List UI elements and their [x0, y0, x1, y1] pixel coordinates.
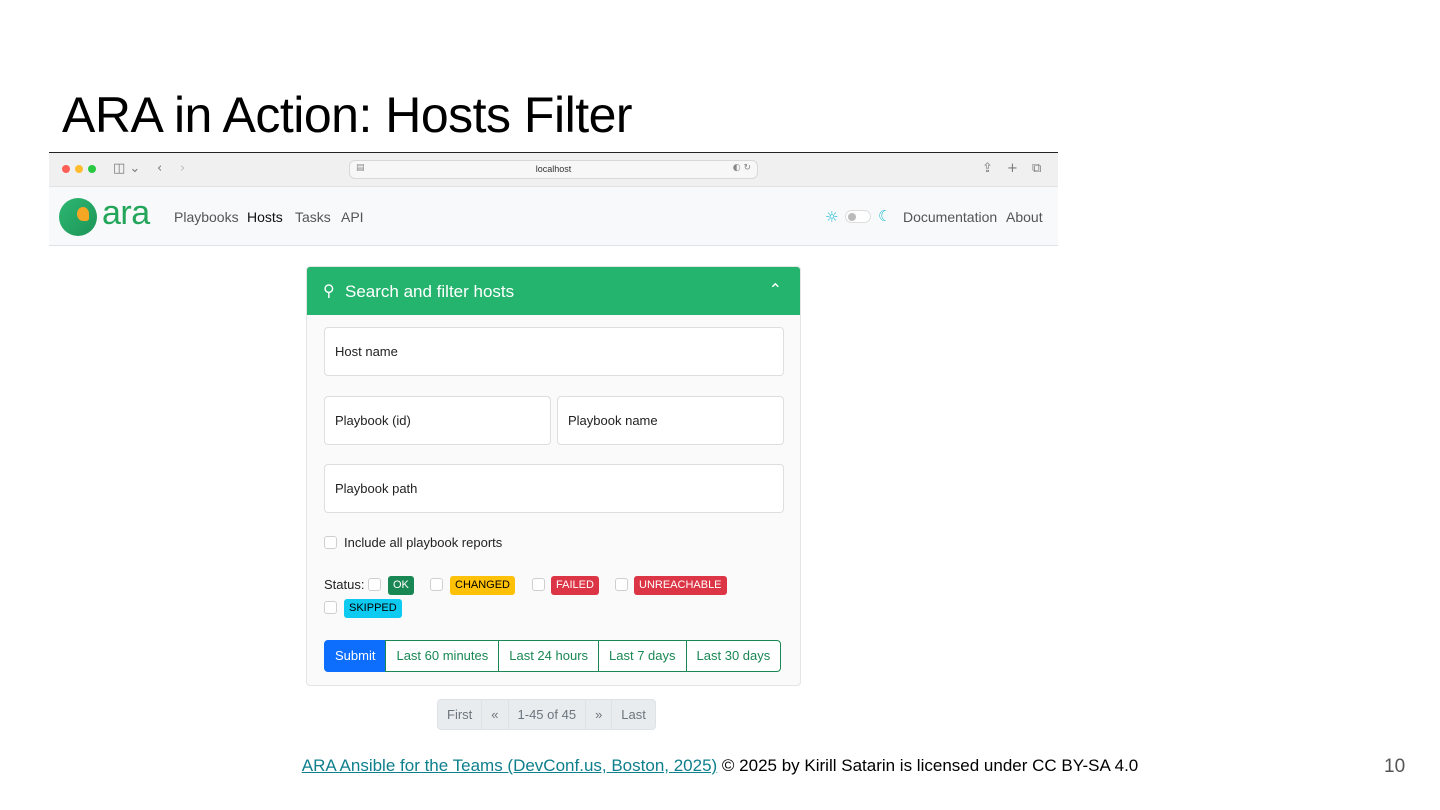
- nav-link-documentation[interactable]: Documentation: [903, 209, 997, 225]
- nav-link-tasks[interactable]: Tasks: [295, 209, 331, 225]
- page-number: 10: [1384, 756, 1406, 777]
- pagination-last[interactable]: Last: [611, 700, 655, 729]
- host-name-input[interactable]: [325, 328, 783, 375]
- share-icon[interactable]: ⇪: [982, 161, 993, 176]
- maximize-window-button[interactable]: [88, 165, 96, 173]
- include-all-label: Include all playbook reports: [344, 535, 503, 550]
- last-7-days-button[interactable]: Last 7 days: [598, 640, 687, 672]
- playbook-path-input[interactable]: [325, 465, 783, 512]
- status-unreachable-badge: UNREACHABLE: [634, 576, 727, 595]
- status-ok-checkbox[interactable]: [368, 578, 381, 591]
- browser-window: ◫ ⌄ ‹ › ▤ localhost ◐ ↻ ⇪ + ⧉ ara Playbo…: [49, 152, 1058, 246]
- pagination: First « 1-45 of 45 » Last: [437, 699, 656, 730]
- pagination-next[interactable]: »: [585, 700, 611, 729]
- submit-button[interactable]: Submit: [324, 640, 387, 672]
- last-24-hours-button[interactable]: Last 24 hours: [498, 640, 600, 672]
- slide-footer: ARA Ansible for the Teams (DevConf.us, B…: [0, 756, 1440, 776]
- status-unreachable-checkbox[interactable]: [615, 578, 628, 591]
- status-skipped-badge: SKIPPED: [344, 599, 402, 618]
- playbook-name-input[interactable]: [558, 397, 783, 444]
- pagination-first[interactable]: First: [438, 700, 481, 729]
- footer-link[interactable]: ARA Ansible for the Teams (DevConf.us, B…: [302, 756, 717, 775]
- nav-link-playbooks[interactable]: Playbooks: [174, 209, 239, 225]
- url-text: localhost: [535, 164, 572, 174]
- navbar: ara Playbooks Hosts Tasks API ☼ ☾ Docume…: [49, 188, 1058, 246]
- slide-title: ARA in Action: Hosts Filter: [62, 87, 633, 143]
- filter-panel-title: Search and filter hosts: [345, 282, 515, 301]
- sidebar-toggle-icon[interactable]: ◫ ⌄: [113, 161, 140, 176]
- include-all-checkbox[interactable]: [324, 536, 337, 549]
- host-name-field[interactable]: [324, 327, 784, 376]
- pagination-prev[interactable]: «: [481, 700, 507, 729]
- last-30-days-button[interactable]: Last 30 days: [685, 640, 782, 672]
- pagination-range: 1-45 of 45: [507, 700, 586, 729]
- theme-toggle[interactable]: [845, 210, 871, 223]
- playbook-path-field[interactable]: [324, 464, 784, 513]
- chevron-up-icon[interactable]: ⌃: [769, 280, 782, 299]
- playbook-id-field[interactable]: [324, 396, 551, 445]
- nav-link-hosts[interactable]: Hosts: [247, 209, 283, 225]
- sun-icon: ☼: [825, 208, 839, 226]
- moon-icon: ☾: [878, 207, 892, 225]
- status-changed-badge: CHANGED: [450, 576, 516, 595]
- logo-text[interactable]: ara: [102, 194, 150, 233]
- forward-icon[interactable]: ›: [180, 161, 185, 176]
- status-failed-badge: FAILED: [551, 576, 599, 595]
- filter-panel-header[interactable]: ⚲ Search and filter hosts ⌃: [307, 267, 800, 315]
- back-icon[interactable]: ‹: [157, 161, 162, 176]
- address-bar[interactable]: ▤ localhost ◐ ↻: [349, 160, 758, 179]
- status-changed-checkbox[interactable]: [430, 578, 443, 591]
- close-window-button[interactable]: [62, 165, 70, 173]
- search-icon: ⚲: [323, 281, 335, 300]
- footer-license-text: © 2025 by Kirill Satarin is licensed und…: [717, 756, 1139, 775]
- tab-overview-icon[interactable]: ⧉: [1032, 161, 1041, 176]
- filter-button-group: Submit Last 60 minutes Last 24 hours Las…: [324, 640, 782, 672]
- status-ok-badge: OK: [388, 576, 414, 595]
- nav-link-about[interactable]: About: [1006, 209, 1043, 225]
- minimize-window-button[interactable]: [75, 165, 83, 173]
- filter-panel: ⚲ Search and filter hosts ⌃ Include all …: [306, 266, 801, 686]
- reload-icon[interactable]: ◐ ↻: [733, 163, 751, 173]
- new-tab-icon[interactable]: +: [1007, 161, 1018, 176]
- status-failed-checkbox[interactable]: [532, 578, 545, 591]
- status-skipped-checkbox[interactable]: [324, 601, 337, 614]
- playbook-id-input[interactable]: [325, 397, 550, 444]
- last-60-minutes-button[interactable]: Last 60 minutes: [385, 640, 500, 672]
- playbook-name-field[interactable]: [557, 396, 784, 445]
- browser-titlebar: ◫ ⌄ ‹ › ▤ localhost ◐ ↻ ⇪ + ⧉: [49, 153, 1058, 187]
- nav-link-api[interactable]: API: [341, 209, 364, 225]
- ara-logo-icon[interactable]: [59, 198, 97, 236]
- status-label: Status:: [324, 577, 365, 592]
